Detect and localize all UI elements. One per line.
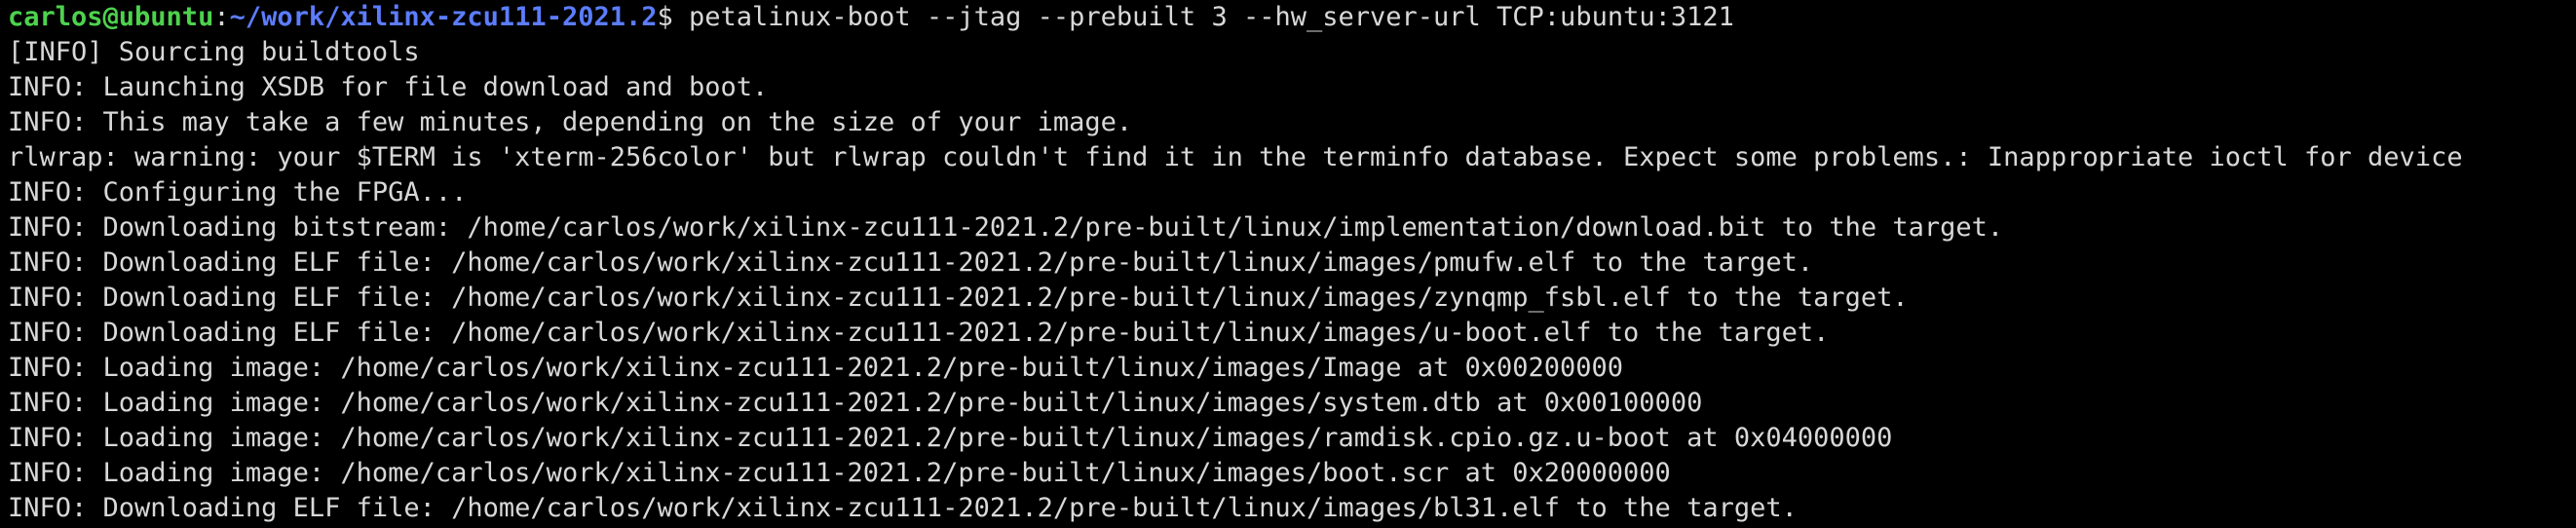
prompt-cwd: ~/work/xilinx-zcu111-2021.2 bbox=[229, 2, 658, 32]
output-line: INFO: Loading image: /home/carlos/work/x… bbox=[8, 353, 1624, 383]
prompt-symbol: $ bbox=[657, 2, 690, 32]
output-line: INFO: This may take a few minutes, depen… bbox=[8, 107, 1133, 137]
output-line: INFO: Downloading ELF file: /home/carlos… bbox=[8, 283, 1909, 313]
output-line: INFO: Loading image: /home/carlos/work/x… bbox=[8, 458, 1671, 488]
output-line: INFO: Downloading ELF file: /home/carlos… bbox=[8, 493, 1798, 523]
prompt-user-host: carlos@ubuntu bbox=[8, 2, 214, 32]
prompt-line: carlos@ubuntu:~/work/xilinx-zcu111-2021.… bbox=[8, 0, 2568, 35]
output-line: INFO: Downloading bitstream: /home/carlo… bbox=[8, 212, 2004, 243]
output-line: [INFO] Sourcing buildtools bbox=[8, 37, 420, 67]
output-line: INFO: Loading image: /home/carlos/work/x… bbox=[8, 423, 1893, 453]
output-line: INFO: Downloading ELF file: /home/carlos… bbox=[8, 247, 1814, 278]
output-line: INFO: Configuring the FPGA... bbox=[8, 177, 468, 207]
output-line: INFO: Downloading ELF file: /home/carlos… bbox=[8, 318, 1830, 348]
output-line: INFO: Loading image: /home/carlos/work/x… bbox=[8, 388, 1703, 418]
output-line: INFO: Launching XSDB for file download a… bbox=[8, 72, 769, 102]
prompt-colon: : bbox=[213, 2, 230, 32]
terminal-window[interactable]: carlos@ubuntu:~/work/xilinx-zcu111-2021.… bbox=[0, 0, 2576, 528]
output-line: rlwrap: warning: your $TERM is 'xterm-25… bbox=[8, 142, 2463, 172]
prompt-command: petalinux-boot --jtag --prebuilt 3 --hw_… bbox=[689, 2, 1734, 32]
